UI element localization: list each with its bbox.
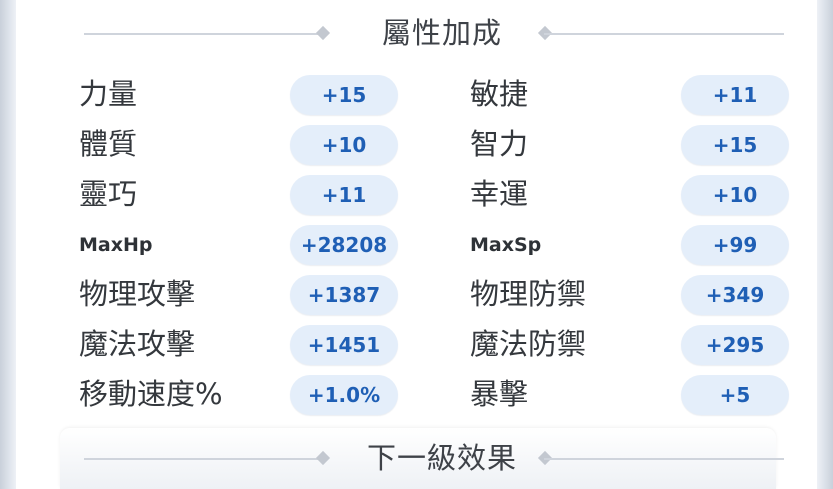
stat-value-magic-attack: +1451 — [290, 325, 398, 365]
stat-label-move-speed: 移動速度% — [79, 377, 223, 411]
stat-value-move-speed: +1.0% — [290, 375, 398, 415]
stat-label-physical-defense: 物理防禦 — [470, 277, 587, 311]
header-divider-right — [544, 33, 784, 35]
stat-value-physical-defense: +349 — [681, 275, 789, 315]
next-level-title: 下一級效果 — [366, 441, 517, 475]
stat-label-physical-attack: 物理攻擊 — [79, 277, 196, 311]
next-level-header: 下一級效果 — [16, 438, 817, 478]
stat-value-luk: +10 — [681, 175, 789, 215]
stat-label-luk: 幸運 — [470, 177, 529, 211]
stat-label-vit: 體質 — [79, 127, 138, 161]
stat-label-magic-attack: 魔法攻擊 — [79, 327, 196, 361]
stat-value-int: +15 — [681, 125, 789, 165]
stat-value-physical-attack: +1387 — [290, 275, 398, 315]
stat-label-maxhp: MaxHp — [79, 234, 153, 256]
stat-value-critical: +5 — [681, 375, 789, 415]
stat-value-str: +15 — [290, 75, 398, 115]
stat-value-maxhp: +28208 — [290, 225, 398, 265]
stat-label-magic-defense: 魔法防禦 — [470, 327, 587, 361]
stat-label-agi: 敏捷 — [470, 77, 529, 111]
attribute-panel: 屬性加成 力量 +15 敏捷 +11 體質 +10 智力 +15 靈巧 +11 … — [16, 0, 817, 489]
diamond-ornament-icon — [315, 450, 331, 466]
diamond-ornament-icon — [315, 25, 331, 41]
attribute-bonus-title: 屬性加成 — [381, 16, 502, 50]
header-divider-right — [544, 458, 784, 460]
stat-label-maxsp: MaxSp — [470, 234, 542, 256]
stat-label-dex: 靈巧 — [79, 177, 138, 211]
panel-left-border — [0, 0, 16, 489]
stat-label-str: 力量 — [79, 77, 138, 111]
stat-label-critical: 暴擊 — [470, 377, 529, 411]
stat-value-maxsp: +99 — [681, 225, 789, 265]
header-divider-left — [84, 33, 324, 35]
stat-value-dex: +11 — [290, 175, 398, 215]
stat-value-vit: +10 — [290, 125, 398, 165]
stat-value-magic-defense: +295 — [681, 325, 789, 365]
header-divider-left — [84, 458, 324, 460]
panel-right-border — [817, 0, 833, 489]
stat-label-int: 智力 — [470, 127, 529, 161]
attribute-bonus-header: 屬性加成 — [16, 13, 817, 53]
stat-value-agi: +11 — [681, 75, 789, 115]
